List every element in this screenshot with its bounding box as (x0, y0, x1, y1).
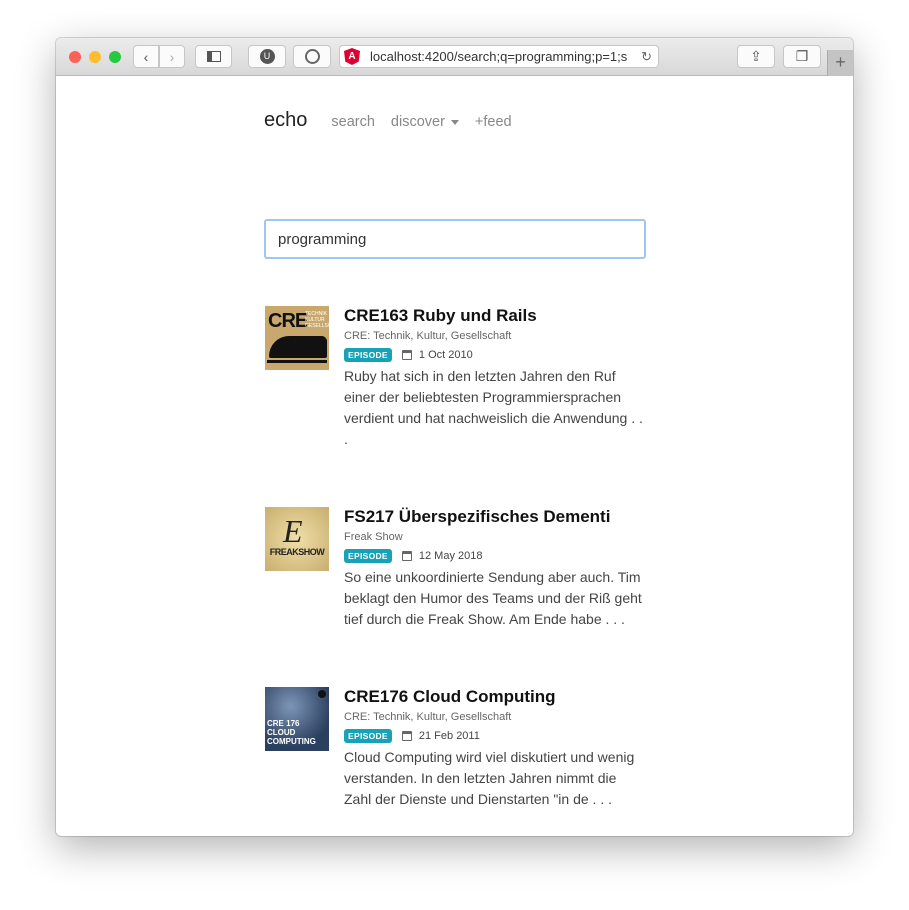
zoom-window-button[interactable] (109, 51, 121, 63)
result-title[interactable]: CRE163 Ruby und Rails (344, 306, 646, 326)
podcast-artwork[interactable]: CRE 176 CLOUD COMPUTING (265, 687, 329, 751)
result-description: So eine unkoordinierte Sendung aber auch… (344, 569, 642, 627)
new-tab-button[interactable]: + (827, 50, 853, 76)
address-bar[interactable]: A localhost:4200/search;q=programming;p=… (339, 45, 659, 68)
extension-1password-button[interactable] (293, 45, 331, 68)
episode-badge: EPISODE (344, 549, 392, 563)
podcast-name[interactable]: CRE: Technik, Kultur, Gesellschaft (344, 330, 646, 342)
nav-search[interactable]: search (331, 114, 375, 130)
calendar-icon (401, 551, 412, 561)
browser-toolbar: ‹ › U A localhost:4200/search;q=programm… (56, 38, 853, 76)
chevron-right-icon: › (169, 48, 175, 65)
share-icon: ⇪ (750, 48, 762, 64)
publish-date: 1 Oct 2010 (418, 349, 473, 361)
brand-logo[interactable]: echo (264, 109, 307, 132)
nav-discover[interactable]: discover (391, 114, 459, 130)
angular-icon: A (344, 48, 360, 65)
nav-discover-label: discover (390, 114, 445, 130)
publish-date: 21 Feb 2011 (418, 730, 480, 742)
podcast-name[interactable]: CRE: Technik, Kultur, Gesellschaft (344, 711, 646, 723)
podcast-artwork[interactable]: CRE TECHNIKKULTURGESELLSCHAFT (265, 306, 329, 370)
navbar: echo search discover +feed (264, 109, 528, 132)
episode-badge: EPISODE (344, 729, 392, 743)
ublock-icon: U (259, 49, 275, 64)
nav-feed[interactable]: +feed (475, 114, 512, 130)
result-title[interactable]: FS217 Überspezifisches Dementi (344, 507, 646, 527)
calendar-icon (401, 731, 412, 741)
tabs-icon: ❐ (795, 48, 809, 64)
result-description: Ruby hat sich in den letzten Jahren den … (344, 368, 643, 447)
forward-button[interactable]: › (159, 45, 185, 68)
minimize-window-button[interactable] (89, 51, 101, 63)
podcast-name[interactable]: Freak Show (344, 531, 646, 543)
result-item[interactable]: CRE TECHNIKKULTURGESELLSCHAFT CRE163 Rub… (265, 306, 646, 450)
sidebar-button[interactable] (195, 45, 232, 68)
plus-icon: + (835, 52, 846, 72)
close-window-button[interactable] (69, 51, 81, 63)
url-text: localhost:4200/search;q=programming;p=1;… (370, 49, 628, 64)
result-title[interactable]: CRE176 Cloud Computing (344, 687, 646, 707)
tabs-button[interactable]: ❐ (783, 45, 821, 68)
calendar-icon (401, 350, 412, 360)
1password-icon (304, 49, 320, 64)
result-item[interactable]: CRE 176 CLOUD COMPUTING CRE176 Cloud Compu… (265, 687, 646, 810)
result-item[interactable]: E FREAKSHOW FS217 Überspezifisches Demen… (265, 507, 646, 630)
extension-u-button[interactable]: U (248, 45, 286, 68)
back-button[interactable]: ‹ (133, 45, 159, 68)
publish-date: 12 May 2018 (418, 550, 483, 562)
chevron-left-icon: ‹ (143, 48, 149, 65)
result-description: Cloud Computing wird viel diskutiert und… (344, 749, 635, 807)
caret-down-icon (450, 119, 459, 125)
search-input[interactable] (264, 219, 646, 259)
sidebar-icon (206, 51, 221, 62)
podcast-artwork[interactable]: E FREAKSHOW (265, 507, 329, 571)
share-button[interactable]: ⇪ (737, 45, 775, 68)
reload-icon[interactable]: ↻ (641, 49, 652, 65)
episode-badge: EPISODE (344, 348, 392, 362)
browser-window: ‹ › U A localhost:4200/search;q=programm… (56, 38, 853, 836)
